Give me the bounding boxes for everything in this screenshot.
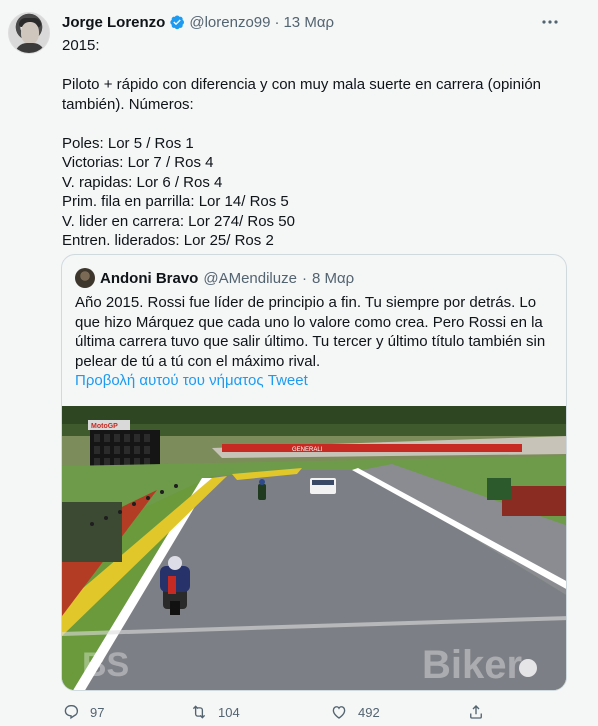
quoted-handle: @AMendiluze: [203, 269, 297, 287]
retweet-count: 104: [218, 704, 240, 720]
share-icon: [470, 705, 482, 719]
tweet-line: Entren. liderados: Lor 25/ Ros 2: [62, 232, 274, 249]
tweet-header: Jorge Lorenzo @lorenzo99 · 13 Μαρ: [62, 11, 334, 33]
author-avatar[interactable]: [8, 12, 50, 54]
reply-count: 97: [90, 704, 105, 720]
quoted-author-name: Andoni Bravo: [100, 269, 199, 287]
quoted-date: 8 Μαρ: [311, 269, 355, 287]
quoted-text: Año 2015. Rossi fue líder de principio a…: [75, 293, 555, 371]
show-thread-link[interactable]: Προβολή αυτού του νήματος Tweet: [75, 372, 308, 389]
quoted-media-image[interactable]: GENERALI MotoGP BS Biker: [62, 406, 566, 690]
photo-ad-text: GENERALI: [292, 447, 323, 453]
like-count: 492: [358, 704, 380, 720]
tweet-line: Poles: Lor 5 / Ros 1: [62, 134, 194, 152]
quoted-line: que hizo Márquez que cada uno lo valore …: [75, 313, 543, 331]
quoted-line: Año 2015. Rossi fue líder de principio a…: [75, 294, 537, 311]
tweet-line: Prim. fila en parrilla: Lor 14/ Ros 5: [62, 193, 289, 210]
photo-scoreboard-text: MotoGP: [91, 423, 118, 430]
quoted-line: pelear de tú a tú con el máximo rival.: [75, 352, 321, 370]
tweet-line: 2015:: [62, 37, 100, 54]
retweet-button[interactable]: 104: [190, 703, 240, 721]
more-icon[interactable]: [540, 12, 560, 32]
quoted-line: última carrera tuvo que salir último. Tu…: [75, 333, 546, 350]
like-icon: [332, 706, 346, 719]
quoted-avatar: [75, 268, 95, 288]
share-button[interactable]: [467, 703, 485, 721]
author-name[interactable]: Jorge Lorenzo: [62, 14, 165, 31]
tweet-actions: 97 104 492: [0, 700, 598, 726]
reply-button[interactable]: 97: [62, 703, 104, 721]
tweet-line: V. rapidas: Lor 6 / Ros 4: [62, 173, 223, 191]
watermark-left: BS: [82, 646, 129, 684]
tweet-line: también). Números:: [62, 95, 194, 113]
tweet-line: Victorias: Lor 7 / Ros 4: [62, 154, 214, 171]
reply-icon: [64, 705, 79, 720]
header-separator: ·: [274, 13, 280, 31]
verified-badge-icon: [169, 14, 185, 30]
avatar-face: [21, 22, 39, 44]
tweet-line: V. lider en carrera: Lor 274/ Ros 50: [62, 212, 295, 230]
retweet-icon: [192, 705, 206, 719]
quoted-separator: ·: [301, 269, 307, 287]
watermark-right: Biker: [422, 643, 522, 687]
quoted-header: Andoni Bravo @AMendiluze · 8 Μαρ: [75, 268, 354, 288]
tweet-line-spacer: [62, 56, 582, 76]
tweet-text: 2015: Piloto + rápido con diferencia y c…: [62, 36, 582, 251]
tweet-card[interactable]: Jorge Lorenzo @lorenzo99 · 13 Μαρ 2015: …: [0, 0, 598, 726]
tweet-line-spacer: [62, 114, 582, 134]
like-button[interactable]: 492: [330, 703, 380, 721]
avatar-body: [15, 43, 45, 53]
quoted-tweet[interactable]: Andoni Bravo @AMendiluze · 8 Μαρ Año 201…: [61, 254, 567, 691]
tweet-line: Piloto + rápido con diferencia y con muy…: [62, 76, 542, 93]
author-handle[interactable]: @lorenzo99: [189, 14, 270, 31]
race-photo: GENERALI MotoGP BS Biker: [62, 406, 566, 690]
tweet-date[interactable]: 13 Μαρ: [283, 14, 334, 31]
